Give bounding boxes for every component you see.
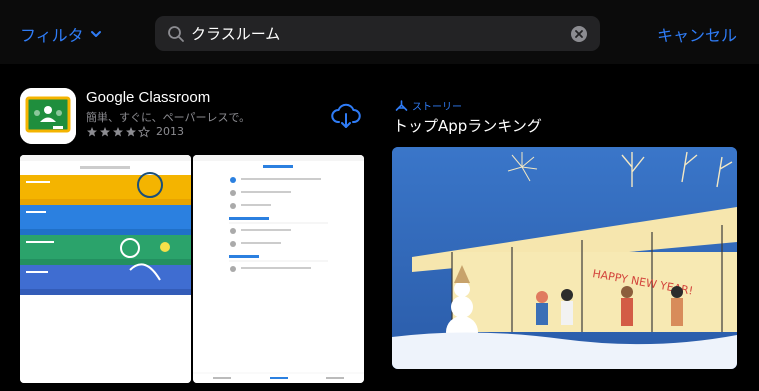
filter-button[interactable]: フィルタ bbox=[20, 22, 102, 46]
classroom-logo-icon bbox=[20, 88, 76, 144]
app-title[interactable]: Google Classroom bbox=[86, 89, 210, 106]
screenshot-1-image bbox=[20, 155, 191, 383]
app-screenshot-2[interactable] bbox=[193, 155, 364, 383]
search-field[interactable] bbox=[155, 16, 600, 51]
app-rating: 2013 bbox=[86, 125, 184, 138]
star-icon bbox=[100, 126, 110, 136]
story-tag-label: ストーリー bbox=[412, 102, 462, 113]
search-icon bbox=[168, 25, 184, 42]
clear-icon[interactable] bbox=[570, 25, 588, 43]
top-bar: フィルタ キャンセル bbox=[0, 0, 759, 64]
app-icon[interactable] bbox=[20, 88, 76, 144]
star-icon bbox=[87, 126, 97, 136]
app-subtitle: 簡単、すぐに、ペーパーレスで。 bbox=[86, 111, 251, 124]
filter-label: フィルタ bbox=[20, 26, 84, 45]
screenshot-2-image bbox=[193, 155, 364, 383]
story-title[interactable]: トップAppランキング bbox=[393, 115, 542, 136]
rating-count: 2013 bbox=[156, 125, 184, 138]
cloud-download-icon[interactable] bbox=[330, 100, 362, 132]
star-icon bbox=[113, 126, 123, 136]
cancel-button[interactable]: キャンセル bbox=[657, 22, 737, 46]
star-empty-icon bbox=[138, 125, 150, 137]
rating-stars bbox=[86, 125, 150, 138]
search-input[interactable] bbox=[191, 24, 570, 43]
story-image[interactable]: HAPPY NEW YEAR! bbox=[392, 147, 737, 369]
app-screenshot-1[interactable] bbox=[20, 155, 191, 383]
story-illustration: HAPPY NEW YEAR! bbox=[392, 147, 737, 369]
story-icon bbox=[395, 99, 408, 111]
chevron-down-icon bbox=[90, 31, 101, 37]
star-icon bbox=[126, 126, 136, 136]
story-tag: ストーリー bbox=[395, 98, 462, 113]
